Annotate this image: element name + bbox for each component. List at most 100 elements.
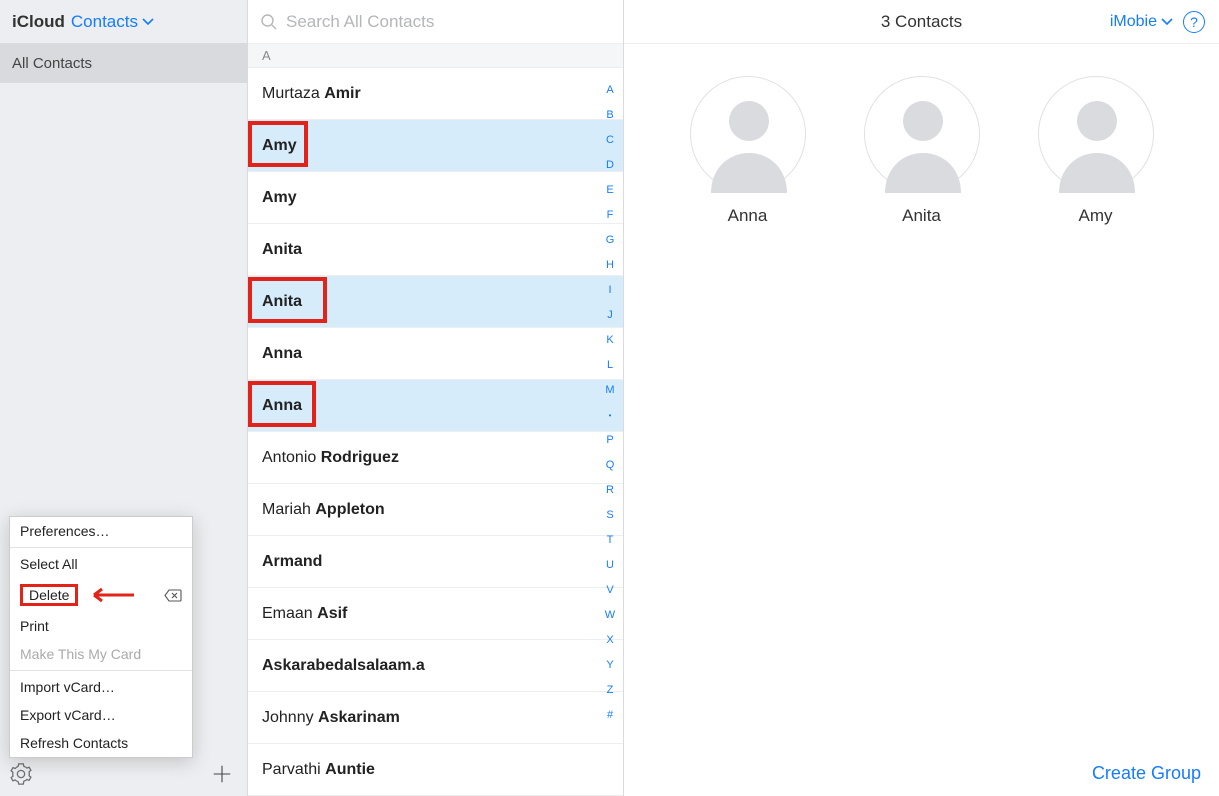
alpha-letter[interactable]: L [601, 353, 619, 378]
sidebar-item-all-contacts[interactable]: All Contacts [0, 44, 247, 83]
detail-header-right: iMobie ? [1110, 11, 1205, 33]
alpha-letter[interactable]: # [601, 703, 619, 728]
contact-first-name: Emaan [262, 605, 317, 623]
contact-row[interactable]: Murtaza Amir [248, 68, 623, 120]
menu-make-my-card: Make This My Card [10, 640, 192, 668]
alpha-letter[interactable]: W [601, 603, 619, 628]
settings-context-menu: Preferences… Select All Delete Print Mak… [9, 516, 193, 758]
card-name: Anita [864, 206, 980, 226]
alpha-letter[interactable]: A [601, 78, 619, 103]
contact-row[interactable]: Anita [248, 276, 623, 328]
contact-first-name: Mariah [262, 501, 315, 519]
contact-row[interactable]: Johnny Askarinam [248, 692, 623, 744]
contact-last-name: Rodriguez [321, 449, 399, 467]
alpha-letter[interactable]: Q [601, 453, 619, 478]
contact-row[interactable]: Anita [248, 224, 623, 276]
alpha-letter[interactable]: C [601, 128, 619, 153]
menu-select-all[interactable]: Select All [10, 550, 192, 578]
contact-row[interactable]: Antonio Rodriguez [248, 432, 623, 484]
menu-import-vcard[interactable]: Import vCard… [10, 673, 192, 701]
arrow-annotation-icon [88, 587, 134, 603]
contact-first-name: Murtaza [262, 85, 324, 103]
contact-row[interactable]: Amy [248, 120, 623, 172]
contact-row[interactable]: Mariah Appleton [248, 484, 623, 536]
contact-last-name: Asif [317, 605, 347, 623]
alphabet-index[interactable]: ABCDEFGHIJKLM•PQRSTUVWXYZ# [601, 78, 619, 728]
search-icon [260, 13, 286, 31]
search-input[interactable] [286, 12, 611, 32]
contact-row[interactable]: Amy [248, 172, 623, 224]
contact-first-name: Anita [262, 293, 302, 311]
alpha-letter[interactable]: • [601, 403, 619, 428]
contact-first-name: Anna [262, 345, 302, 363]
sidebar: iCloud Contacts All Contacts Preferences… [0, 0, 248, 796]
menu-delete[interactable]: Delete [10, 578, 192, 612]
alpha-letter[interactable]: G [601, 228, 619, 253]
plus-icon[interactable] [211, 763, 233, 785]
menu-separator [10, 670, 192, 671]
contact-first-name: Amy [262, 189, 297, 207]
help-icon[interactable]: ? [1183, 11, 1205, 33]
detail-column: 3 Contacts iMobie ? Anna Anita Amy Create … [624, 0, 1219, 796]
imobie-dropdown[interactable]: iMobie [1110, 13, 1173, 31]
alpha-letter[interactable]: K [601, 328, 619, 353]
alpha-letter[interactable]: X [601, 628, 619, 653]
gear-icon[interactable] [10, 763, 32, 785]
contact-card[interactable]: Anita [864, 76, 980, 226]
contact-first-name: Anna [262, 397, 302, 415]
imobie-label: iMobie [1110, 13, 1157, 31]
backspace-icon [164, 589, 182, 602]
alpha-letter[interactable]: E [601, 178, 619, 203]
contact-card[interactable]: Anna [690, 76, 806, 226]
menu-export-vcard[interactable]: Export vCard… [10, 701, 192, 729]
sidebar-item-label: All Contacts [12, 55, 92, 72]
alpha-letter[interactable]: I [601, 278, 619, 303]
alpha-letter[interactable]: Z [601, 678, 619, 703]
alpha-letter[interactable]: P [601, 428, 619, 453]
contact-first-name: Parvathi [262, 761, 325, 779]
sidebar-bottom [0, 756, 247, 796]
alpha-letter[interactable]: M [601, 378, 619, 403]
avatar [1038, 76, 1154, 192]
contact-last-name: Auntie [325, 761, 375, 779]
chevron-down-icon [1161, 18, 1173, 26]
alpha-letter[interactable]: T [601, 528, 619, 553]
contact-row[interactable]: Askarabedalsalaam.a [248, 640, 623, 692]
card-name: Amy [1038, 206, 1154, 226]
alpha-letter[interactable]: B [601, 103, 619, 128]
card-name: Anna [690, 206, 806, 226]
contact-row[interactable]: Armand [248, 536, 623, 588]
menu-preferences[interactable]: Preferences… [10, 517, 192, 545]
contact-row[interactable]: Parvathi Auntie [248, 744, 623, 796]
menu-separator [10, 547, 192, 548]
contact-first-name: Askarabedalsalaam.a [262, 657, 425, 675]
contact-list-column: A Murtaza Amir Amy Amy Anita Anita Anna Anna An… [248, 0, 624, 796]
alpha-letter[interactable]: D [601, 153, 619, 178]
alpha-letter[interactable]: H [601, 253, 619, 278]
contact-last-name: Appleton [315, 501, 384, 519]
contact-row[interactable]: Anna [248, 328, 623, 380]
menu-refresh[interactable]: Refresh Contacts [10, 729, 192, 757]
contact-first-name: Armand [262, 553, 322, 571]
contacts-dropdown[interactable]: Contacts [71, 12, 154, 32]
contact-last-name: Askarinam [318, 709, 400, 727]
delete-highlight: Delete [20, 584, 78, 606]
alpha-letter[interactable]: U [601, 553, 619, 578]
contact-first-name: Amy [262, 137, 297, 155]
alpha-letter[interactable]: J [601, 303, 619, 328]
alpha-letter[interactable]: Y [601, 653, 619, 678]
contacts-label: Contacts [71, 12, 138, 32]
sidebar-header: iCloud Contacts [0, 0, 247, 44]
alpha-letter[interactable]: V [601, 578, 619, 603]
create-group-link[interactable]: Create Group [1092, 763, 1201, 784]
alpha-letter[interactable]: F [601, 203, 619, 228]
alpha-letter[interactable]: R [601, 478, 619, 503]
contact-list[interactable]: Murtaza Amir Amy Amy Anita Anita Anna Anna Anto… [248, 68, 623, 796]
contact-card[interactable]: Amy [1038, 76, 1154, 226]
contact-row[interactable]: Emaan Asif [248, 588, 623, 640]
detail-title: 3 Contacts [881, 12, 962, 32]
contact-row[interactable]: Anna [248, 380, 623, 432]
menu-print[interactable]: Print [10, 612, 192, 640]
avatar [864, 76, 980, 192]
alpha-letter[interactable]: S [601, 503, 619, 528]
